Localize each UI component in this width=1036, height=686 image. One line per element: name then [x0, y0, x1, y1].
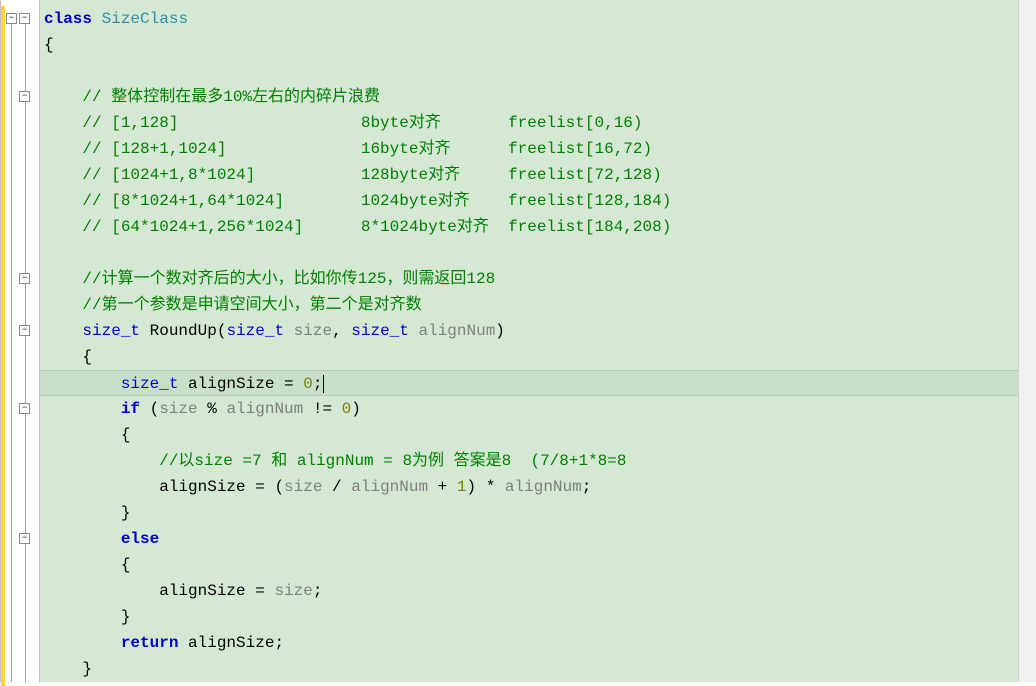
code-editor: − −−−−−− class SizeClass{ // 整体控制在最多10%左…: [0, 0, 1036, 682]
code-line[interactable]: alignSize = size;: [40, 578, 1018, 604]
fold-toggle[interactable]: −: [6, 13, 17, 24]
code-line[interactable]: // 整体控制在最多10%左右的内碎片浪费: [40, 84, 1018, 110]
code-line[interactable]: alignSize = (size / alignNum + 1) * alig…: [40, 474, 1018, 500]
code-line[interactable]: // [128+1,1024] 16byte对齐 freelist[16,72): [40, 136, 1018, 162]
code-line[interactable]: //第一个参数是申请空间大小，第二个是对齐数: [40, 292, 1018, 318]
code-line[interactable]: size_t alignSize = 0;: [40, 370, 1018, 396]
code-line[interactable]: //计算一个数对齐后的大小，比如你传125，则需返回128: [40, 266, 1018, 292]
code-line[interactable]: class SizeClass: [40, 6, 1018, 32]
code-line[interactable]: // [1,128] 8byte对齐 freelist[0,16): [40, 110, 1018, 136]
code-line[interactable]: // [8*1024+1,64*1024] 1024byte对齐 freelis…: [40, 188, 1018, 214]
code-line[interactable]: // [1024+1,8*1024] 128byte对齐 freelist[72…: [40, 162, 1018, 188]
code-line[interactable]: else: [40, 526, 1018, 552]
code-line[interactable]: }: [40, 656, 1018, 682]
code-line[interactable]: //以size =7 和 alignNum = 8为例 答案是8 (7/8+1*…: [40, 448, 1018, 474]
fold-column-outer: −: [5, 0, 18, 682]
gutter-spacer: [31, 0, 39, 682]
code-line[interactable]: }: [40, 500, 1018, 526]
editor-gutter: − −−−−−−: [0, 0, 40, 682]
fold-toggle[interactable]: −: [19, 13, 30, 24]
fold-toggle[interactable]: −: [19, 325, 30, 336]
code-line[interactable]: {: [40, 32, 1018, 58]
code-line[interactable]: return alignSize;: [40, 630, 1018, 656]
code-line[interactable]: {: [40, 552, 1018, 578]
fold-toggle[interactable]: −: [19, 533, 30, 544]
code-line[interactable]: {: [40, 422, 1018, 448]
code-line[interactable]: size_t RoundUp(size_t size, size_t align…: [40, 318, 1018, 344]
code-line[interactable]: [40, 58, 1018, 84]
code-line[interactable]: }: [40, 604, 1018, 630]
code-line[interactable]: if (size % alignNum != 0): [40, 396, 1018, 422]
fold-toggle[interactable]: −: [19, 403, 30, 414]
fold-guide-line: [25, 14, 26, 682]
fold-toggle[interactable]: −: [19, 91, 30, 102]
code-line[interactable]: {: [40, 344, 1018, 370]
code-text-area[interactable]: class SizeClass{ // 整体控制在最多10%左右的内碎片浪费 /…: [40, 0, 1018, 682]
fold-toggle[interactable]: −: [19, 273, 30, 284]
code-line[interactable]: // [64*1024+1,256*1024] 8*1024byte对齐 fre…: [40, 214, 1018, 240]
vertical-scrollbar[interactable]: [1018, 0, 1036, 682]
fold-column-inner: − − − − − −: [18, 0, 31, 682]
fold-guide-line: [11, 12, 12, 682]
code-line[interactable]: [40, 240, 1018, 266]
text-cursor: [323, 375, 324, 393]
